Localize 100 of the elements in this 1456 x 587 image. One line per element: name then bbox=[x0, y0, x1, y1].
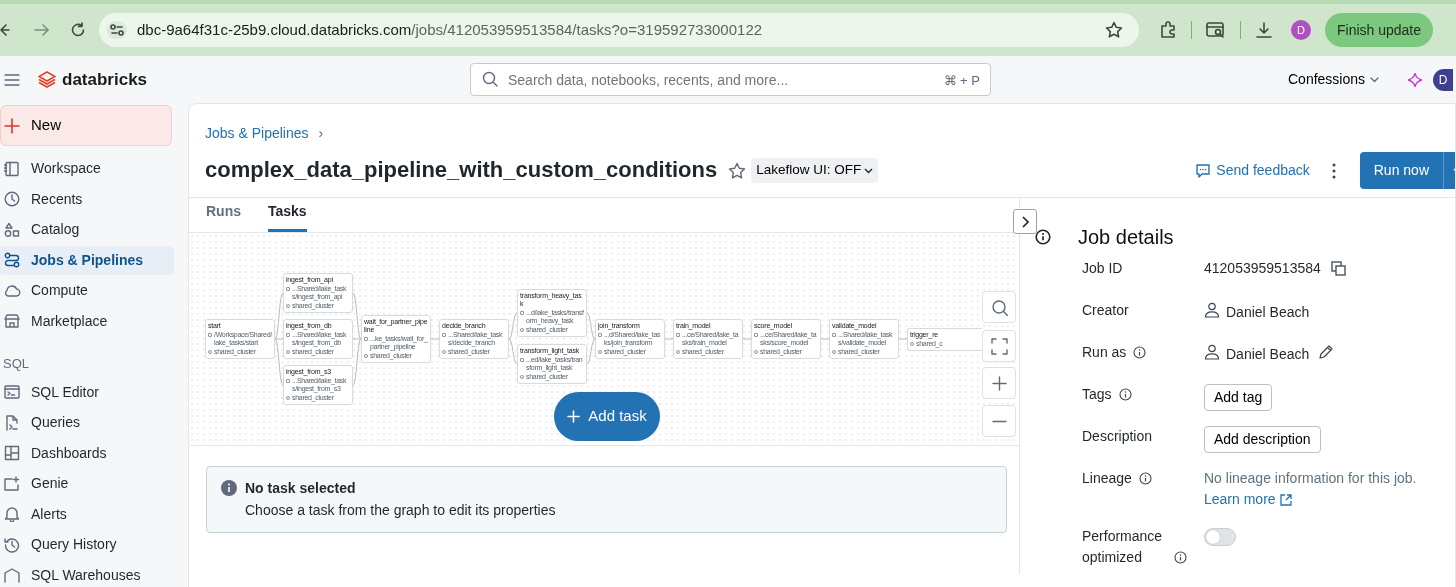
update-button[interactable]: Finish update bbox=[1325, 13, 1433, 47]
job-id: 412053959513584 bbox=[1204, 259, 1321, 278]
person-icon bbox=[1204, 302, 1220, 318]
sidebar-item[interactable]: Catalog bbox=[0, 215, 174, 244]
breadcrumb-link[interactable]: Jobs & Pipelines bbox=[205, 123, 309, 144]
search-icon bbox=[482, 71, 498, 87]
clock-icon bbox=[4, 191, 21, 207]
user-avatar[interactable]: D bbox=[1433, 68, 1454, 91]
info-icon[interactable] bbox=[1138, 472, 1152, 485]
sidebar-item[interactable]: Recents bbox=[0, 184, 174, 214]
new-button[interactable]: New bbox=[0, 105, 172, 146]
lineage-text: No lineage information for this job. bbox=[1204, 469, 1417, 488]
workflow-icon bbox=[4, 252, 21, 268]
sidebar-item[interactable]: Compute bbox=[0, 276, 174, 305]
sidebar-item[interactable]: SQL Warehouses bbox=[0, 560, 174, 587]
field-label: Lineage bbox=[1082, 469, 1132, 488]
sidebar-item[interactable]: Marketplace bbox=[0, 306, 174, 336]
sidebar-item[interactable]: Alerts bbox=[0, 499, 174, 529]
more-icon[interactable] bbox=[1331, 162, 1336, 179]
info-icon bbox=[221, 480, 237, 496]
feedback-link[interactable]: Send feedback bbox=[1195, 160, 1310, 181]
sidebar-item[interactable]: Queries bbox=[0, 408, 174, 437]
logo-icon bbox=[38, 71, 56, 88]
collapse-button[interactable] bbox=[1013, 209, 1037, 234]
lakeflow-toggle[interactable]: Lakeflow UI: OFF bbox=[751, 158, 879, 183]
chevron-icon bbox=[864, 167, 874, 174]
breadcrumb-separator: › bbox=[318, 124, 324, 143]
puzzle-icon[interactable] bbox=[1159, 21, 1177, 39]
sidebar-item[interactable]: Workspace bbox=[0, 154, 174, 183]
tune-icon[interactable] bbox=[107, 21, 127, 39]
zoom-out-icon bbox=[991, 419, 1007, 423]
back-icon[interactable] bbox=[0, 22, 10, 38]
info-icon[interactable] bbox=[1133, 346, 1147, 359]
chevron-icon bbox=[1021, 215, 1029, 228]
profile-avatar[interactable]: D bbox=[1291, 20, 1311, 40]
add-button[interactable]: Add tag bbox=[1204, 384, 1273, 411]
sparkle-icon[interactable] bbox=[1407, 71, 1424, 88]
pencil-icon[interactable] bbox=[1318, 345, 1334, 360]
document-icon bbox=[4, 414, 21, 431]
url-field[interactable]: dbc-9a64f31c-25b9.cloud.databricks.com/jobs/412053959513584/tasks?o=319592733000122 bbox=[99, 13, 1139, 47]
forward-icon[interactable] bbox=[34, 22, 50, 38]
chat-icon bbox=[1195, 163, 1212, 178]
bell-icon bbox=[4, 506, 21, 522]
panel-heading: Job details bbox=[1078, 225, 1174, 249]
tab-search-icon[interactable] bbox=[1206, 21, 1226, 39]
notice-text: Choose a task from the graph to edit its properties bbox=[245, 502, 556, 519]
edge-line bbox=[430, 338, 440, 340]
search-button[interactable] bbox=[982, 291, 1016, 323]
section-heading: SQL bbox=[3, 355, 30, 372]
plus-icon bbox=[4, 117, 20, 134]
sidebar-item[interactable]: SQL Editor bbox=[0, 377, 174, 407]
fit-screen-button[interactable] bbox=[982, 330, 1016, 362]
person-name: Daniel Beach bbox=[1226, 303, 1310, 322]
history-icon bbox=[4, 536, 21, 553]
star-icon[interactable] bbox=[728, 161, 747, 180]
external-link-icon bbox=[1279, 493, 1292, 506]
zoom-in-icon bbox=[990, 374, 1008, 392]
run-button[interactable]: Run now bbox=[1359, 152, 1443, 189]
notice-title: No task selected bbox=[245, 480, 357, 497]
edge-line bbox=[586, 312, 596, 340]
store-icon bbox=[4, 313, 21, 329]
learn-more-link[interactable]: Learn more bbox=[1204, 489, 1292, 510]
workspace-dropdown[interactable]: Confessions bbox=[1288, 69, 1380, 90]
field-label: Performance optimized bbox=[1082, 527, 1164, 567]
terminal-icon bbox=[4, 384, 21, 400]
sidebar-item[interactable]: Dashboards bbox=[0, 438, 174, 468]
info-icon bbox=[1035, 229, 1051, 245]
edge-line bbox=[742, 338, 752, 340]
menu-icon[interactable] bbox=[4, 72, 20, 87]
field-label: Creator bbox=[1082, 301, 1129, 320]
field-label: Tags bbox=[1082, 385, 1112, 404]
info-icon[interactable] bbox=[1174, 551, 1187, 564]
plus-icon bbox=[567, 410, 581, 423]
tab[interactable]: Runs bbox=[206, 197, 241, 232]
add-task-button[interactable]: Add task bbox=[554, 392, 660, 441]
edge-line bbox=[820, 338, 830, 340]
edge-line bbox=[898, 338, 908, 340]
url-text: dbc-9a64f31c-25b9.cloud.databricks.com/jobs/412053959513584/tasks?o=319592733000122 bbox=[137, 19, 763, 40]
edge-line bbox=[664, 338, 674, 340]
panel-icon bbox=[4, 160, 21, 177]
person-icon bbox=[1204, 344, 1220, 360]
download-icon[interactable] bbox=[1255, 21, 1273, 39]
star-icon[interactable] bbox=[1105, 21, 1123, 39]
field-label: Description bbox=[1082, 427, 1153, 446]
info-icon[interactable] bbox=[1118, 388, 1132, 401]
edge-line bbox=[508, 312, 518, 340]
sidebar-item[interactable]: Jobs & Pipelines bbox=[0, 245, 174, 275]
chevron-icon bbox=[1370, 76, 1380, 83]
sidebar-item[interactable]: Query History bbox=[0, 530, 174, 559]
job-title: complex_data_pipeline_with_custom_conditions bbox=[205, 157, 718, 184]
add-button[interactable]: Add description bbox=[1204, 426, 1321, 453]
edge-line bbox=[586, 338, 596, 365]
zoom-in-button[interactable] bbox=[982, 367, 1016, 399]
edge-line bbox=[508, 338, 518, 365]
fit-screen-icon bbox=[990, 337, 1008, 355]
reload-icon[interactable] bbox=[70, 22, 86, 38]
sidebar-item[interactable]: Genie bbox=[0, 469, 174, 498]
search-icon bbox=[990, 298, 1008, 316]
toggle-switch[interactable] bbox=[1204, 528, 1236, 546]
copy-icon[interactable] bbox=[1330, 261, 1346, 276]
